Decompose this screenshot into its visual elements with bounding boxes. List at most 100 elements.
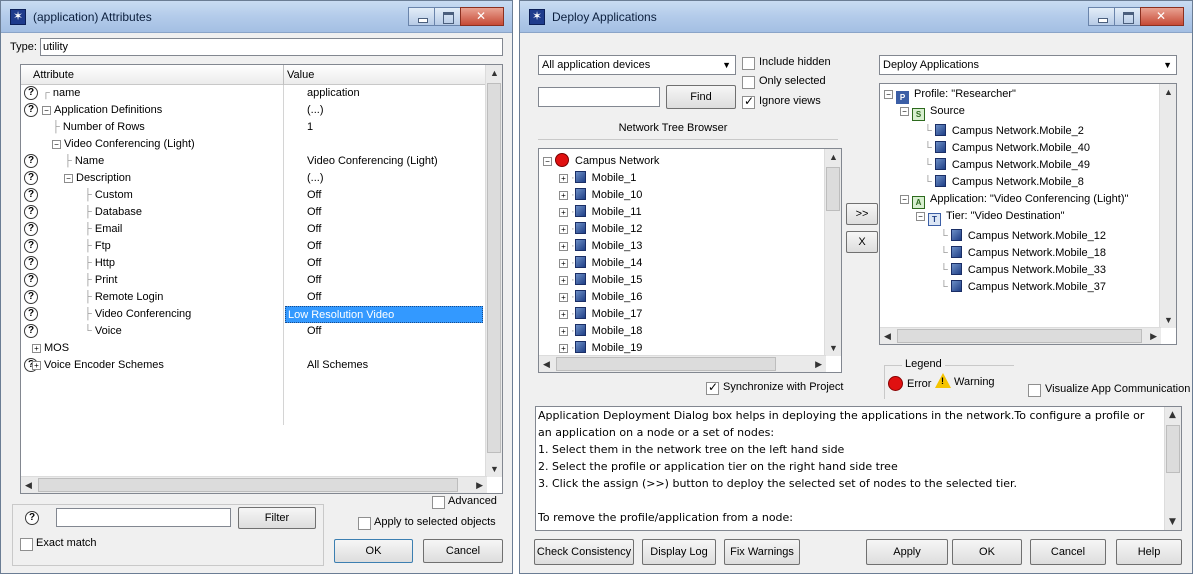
- find-input[interactable]: [538, 87, 660, 107]
- value-column-header[interactable]: Value: [287, 69, 314, 81]
- help-icon[interactable]: ?: [24, 222, 38, 236]
- scroll-up-icon[interactable]: ▲: [829, 152, 838, 162]
- attribute-grid[interactable]: Attribute Value ? ┌ name application? − Appl…: [20, 64, 503, 494]
- tree-profile[interactable]: − P Profile: "Researcher": [884, 88, 1016, 104]
- scroll-up-icon[interactable]: ▲: [1164, 87, 1173, 97]
- exact-match-label[interactable]: Exact match: [36, 537, 97, 549]
- expand-icon[interactable]: +: [559, 327, 568, 336]
- expand-icon[interactable]: +: [32, 361, 41, 370]
- expand-icon[interactable]: +: [559, 276, 568, 285]
- tier-node[interactable]: └ Campus Network.Mobile_12: [940, 229, 1106, 242]
- source-node[interactable]: └ Campus Network.Mobile_40: [924, 141, 1090, 154]
- tree-node-mobile[interactable]: + · Mobile_14: [559, 256, 642, 269]
- grid-vertical-scrollbar[interactable]: ▲ ▼: [485, 65, 502, 477]
- deploy-tree-vertical-scrollbar[interactable]: ▲ ▼: [1159, 84, 1176, 328]
- close-button[interactable]: [1140, 7, 1184, 26]
- attribute-value[interactable]: Video Conferencing (Light): [307, 155, 438, 167]
- tree-vertical-scrollbar[interactable]: ▲ ▼: [824, 149, 841, 356]
- expand-icon[interactable]: +: [559, 208, 568, 217]
- ignore-views-label[interactable]: Ignore views: [759, 95, 821, 107]
- chevron-down-icon[interactable]: ▼: [1163, 60, 1172, 70]
- collapse-icon[interactable]: −: [900, 107, 909, 116]
- attribute-value[interactable]: Off: [307, 274, 321, 286]
- help-icon[interactable]: ?: [24, 154, 38, 168]
- type-field[interactable]: utility: [40, 38, 503, 56]
- attribute-row[interactable]: ? ├ Video Conferencing Low Resolution Vide…: [21, 306, 485, 323]
- chevron-down-icon[interactable]: ▼: [722, 60, 731, 70]
- attribute-column-header[interactable]: Attribute: [33, 69, 74, 81]
- visualize-label[interactable]: Visualize App Communication: [1045, 383, 1190, 395]
- deploy-tree-horizontal-scrollbar[interactable]: ◀ ▶: [880, 327, 1161, 344]
- collapse-icon[interactable]: −: [52, 140, 61, 149]
- attribute-row[interactable]: ? + Voice Encoder Schemes All Schemes: [21, 357, 485, 374]
- expand-icon[interactable]: +: [559, 242, 568, 251]
- expand-icon[interactable]: +: [559, 259, 568, 268]
- source-node[interactable]: └ Campus Network.Mobile_49: [924, 158, 1090, 171]
- deployment-tree[interactable]: − P Profile: "Researcher" − S Source └ Campus …: [879, 83, 1177, 345]
- help-icon[interactable]: ?: [24, 171, 38, 185]
- display-log-button[interactable]: Display Log: [642, 539, 716, 565]
- attribute-row[interactable]: ├ Number of Rows 1: [21, 119, 485, 136]
- tier-node[interactable]: └ Campus Network.Mobile_33: [940, 263, 1106, 276]
- close-button[interactable]: [460, 7, 504, 26]
- attribute-value[interactable]: (...): [307, 104, 324, 116]
- collapse-icon[interactable]: −: [42, 106, 51, 115]
- help-icon[interactable]: ?: [24, 205, 38, 219]
- tree-scroll-thumb[interactable]: [826, 167, 840, 211]
- attribute-value[interactable]: Off: [307, 325, 321, 337]
- tree-root-campus-network[interactable]: − Campus Network: [543, 153, 659, 167]
- scroll-down-icon[interactable]: ▼: [829, 343, 838, 353]
- tier-node[interactable]: └ Campus Network.Mobile_18: [940, 246, 1106, 259]
- attribute-value[interactable]: All Schemes: [307, 359, 368, 371]
- deploy-view-dropdown[interactable]: Deploy Applications ▼: [879, 55, 1177, 75]
- tree-node-mobile[interactable]: + · Mobile_1: [559, 171, 636, 184]
- exact-match-checkbox[interactable]: [20, 538, 33, 551]
- filter-button[interactable]: Filter: [238, 507, 316, 529]
- scroll-left-icon[interactable]: ◀: [25, 480, 32, 491]
- attribute-value[interactable]: Off: [307, 291, 321, 303]
- scroll-up-icon[interactable]: ▲: [1169, 410, 1176, 420]
- scroll-down-icon[interactable]: ▼: [1164, 315, 1173, 325]
- attribute-value[interactable]: (...): [307, 172, 324, 184]
- tree-node-mobile[interactable]: + · Mobile_17: [559, 307, 642, 320]
- help-icon[interactable]: ?: [24, 324, 38, 338]
- collapse-icon[interactable]: −: [884, 90, 893, 99]
- ok-button[interactable]: OK: [334, 539, 413, 563]
- advanced-checkbox[interactable]: [432, 496, 445, 509]
- scroll-thumb[interactable]: [487, 83, 501, 453]
- sync-checkbox[interactable]: [706, 380, 719, 395]
- hscroll-thumb[interactable]: [38, 478, 458, 492]
- help-icon[interactable]: ?: [24, 239, 38, 253]
- remove-button[interactable]: X: [846, 231, 878, 253]
- attribute-row[interactable]: ? − Application Definitions (...): [21, 102, 485, 119]
- tree-node-mobile[interactable]: + · Mobile_10: [559, 188, 642, 201]
- only-selected-checkbox[interactable]: [742, 76, 755, 89]
- attribute-value[interactable]: Off: [307, 240, 321, 252]
- attribute-row[interactable]: ? ├ Http Off: [21, 255, 485, 272]
- expand-icon[interactable]: +: [559, 174, 568, 183]
- tree-source[interactable]: − S Source: [900, 105, 965, 121]
- help-icon[interactable]: ?: [24, 86, 38, 100]
- attribute-row[interactable]: + MOS: [21, 340, 485, 357]
- attribute-row[interactable]: − Video Conferencing (Light): [21, 136, 485, 153]
- advanced-label[interactable]: Advanced: [448, 495, 497, 507]
- deploy-ok-button[interactable]: OK: [952, 539, 1022, 565]
- help-icon[interactable]: ?: [24, 103, 38, 117]
- scroll-right-icon[interactable]: ▶: [1150, 331, 1157, 342]
- apply-button[interactable]: Apply: [866, 539, 948, 565]
- help-icon[interactable]: ?: [24, 273, 38, 287]
- minimize-button[interactable]: [1088, 7, 1115, 26]
- tier-node[interactable]: └ Campus Network.Mobile_37: [940, 280, 1106, 293]
- apply-selected-checkbox[interactable]: [358, 517, 371, 530]
- attributes-titlebar[interactable]: (application) Attributes: [1, 1, 512, 33]
- attribute-row[interactable]: ? ├ Custom Off: [21, 187, 485, 204]
- grid-horizontal-scrollbar[interactable]: ◀ ▶: [21, 476, 487, 493]
- deploy-cancel-button[interactable]: Cancel: [1030, 539, 1106, 565]
- deploy-titlebar[interactable]: Deploy Applications: [520, 1, 1192, 33]
- help-scroll-thumb[interactable]: [1166, 425, 1180, 473]
- scroll-up-icon[interactable]: ▲: [490, 68, 499, 78]
- attribute-value[interactable]: Off: [307, 223, 321, 235]
- attribute-row[interactable]: ? ├ Ftp Off: [21, 238, 485, 255]
- help-icon[interactable]: ?: [24, 307, 38, 321]
- help-icon[interactable]: ?: [24, 188, 38, 202]
